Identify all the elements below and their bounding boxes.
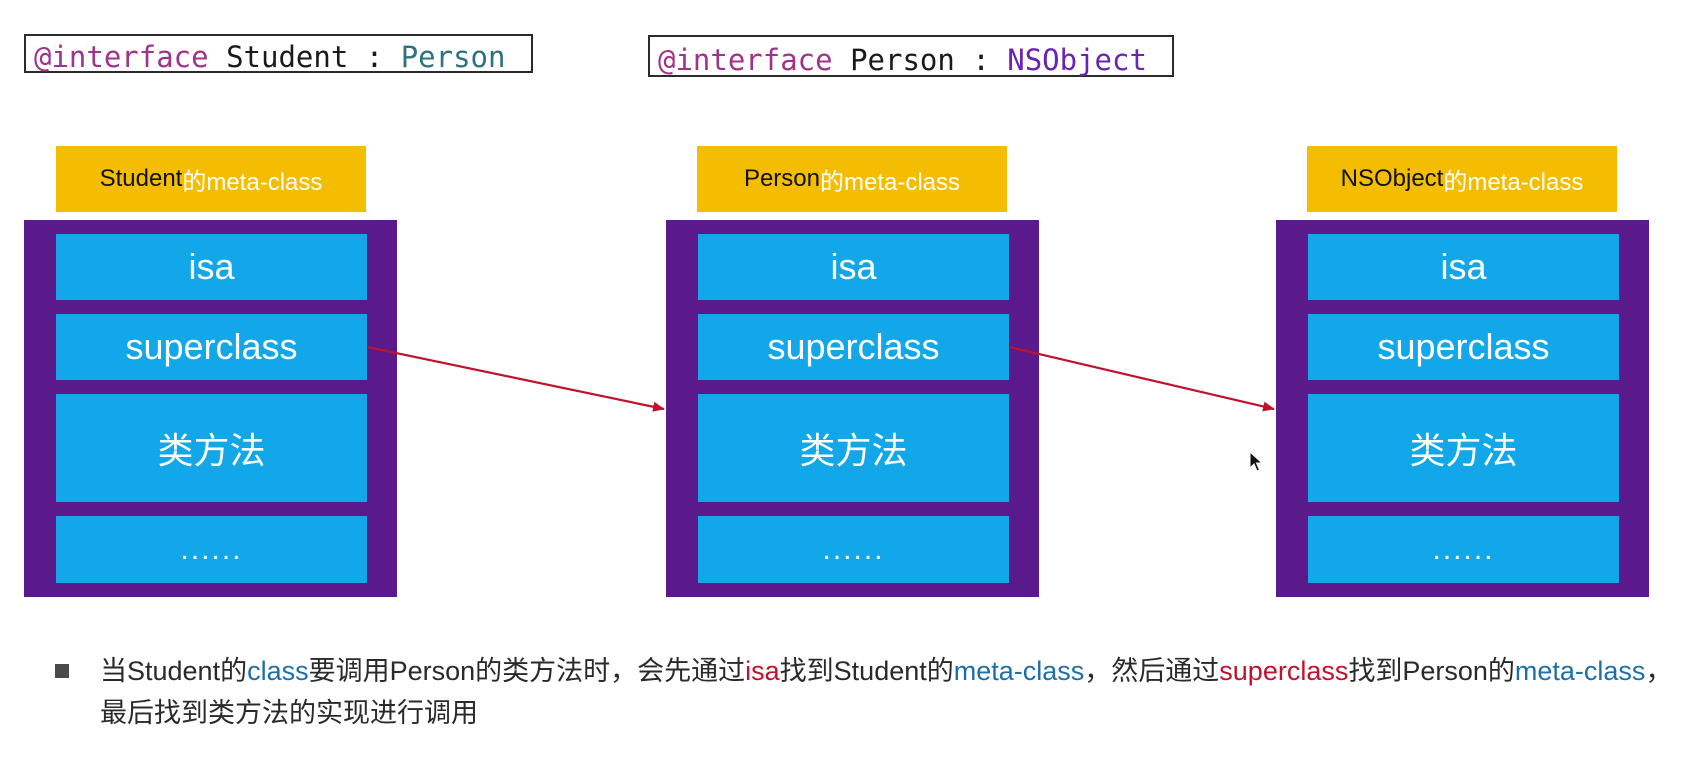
student-interface-declaration: @interface Student : Person <box>24 34 533 73</box>
caption-text: 找到Student的 <box>779 656 954 686</box>
class-methods-cell: 类方法 <box>56 394 367 502</box>
parent-class-name: Person <box>400 40 506 74</box>
nsobject-meta-class-label: NSObject 的meta-class <box>1307 146 1617 212</box>
explanation-text: 当Student的class要调用Person的类方法时，会先通过isa找到St… <box>100 650 1690 734</box>
superclass-cell: superclass <box>56 314 367 380</box>
class-name: Student <box>226 40 349 74</box>
mouse-pointer-icon <box>1249 450 1264 478</box>
ellipsis-cell: ...... <box>1308 516 1619 583</box>
superclass-cell: superclass <box>1308 314 1619 380</box>
parent-class-name: NSObject <box>1007 43 1147 77</box>
ellipsis-cell: ...... <box>56 516 367 583</box>
label-class-name: Person <box>743 165 820 192</box>
label-class-name: NSObject <box>1340 165 1444 192</box>
student-meta-class-label: Student 的meta-class <box>56 146 366 212</box>
isa-cell: isa <box>1308 234 1619 300</box>
caption-text: ，然后通过 <box>1084 656 1220 686</box>
caption-text: 找到Person的 <box>1348 656 1515 686</box>
isa-cell: isa <box>698 234 1009 300</box>
student-meta-class-box: isa superclass 类方法 ...... <box>24 220 397 597</box>
label-suffix: 的meta-class <box>820 168 961 196</box>
isa-cell: isa <box>56 234 367 300</box>
caption-text: 当Student的 <box>100 656 248 686</box>
person-interface-declaration: @interface Person : NSObject <box>648 35 1174 77</box>
square-bullet-icon <box>55 664 69 678</box>
caption-text: 要调用Person的类方法时，会先通过 <box>308 656 746 686</box>
student-to-person-superclass-arrow <box>366 345 665 412</box>
ellipsis-cell: ...... <box>698 516 1009 583</box>
nsobject-meta-class-box: isa superclass 类方法 ...... <box>1276 220 1649 597</box>
inheritance-separator: : <box>365 40 384 74</box>
class-name: Person <box>850 43 955 77</box>
label-class-name: Student <box>99 165 183 192</box>
superclass-cell: superclass <box>698 314 1009 380</box>
person-meta-class-label: Person 的meta-class <box>697 146 1007 212</box>
highlight-meta-class: meta-class <box>953 656 1085 686</box>
person-meta-class-box: isa superclass 类方法 ...... <box>666 220 1039 597</box>
class-methods-cell: 类方法 <box>1308 394 1619 502</box>
highlight-superclass: superclass <box>1219 656 1349 686</box>
interface-keyword: @interface <box>658 43 833 77</box>
class-methods-cell: 类方法 <box>698 394 1009 502</box>
highlight-isa: isa <box>745 656 780 686</box>
label-suffix: 的meta-class <box>1443 168 1584 196</box>
highlight-class: class <box>247 656 309 686</box>
highlight-meta-class: meta-class <box>1514 656 1646 686</box>
interface-keyword: @interface <box>34 40 209 74</box>
label-suffix: 的meta-class <box>182 168 323 196</box>
person-to-nsobject-superclass-arrow <box>1008 345 1275 412</box>
inheritance-separator: : <box>972 43 990 77</box>
